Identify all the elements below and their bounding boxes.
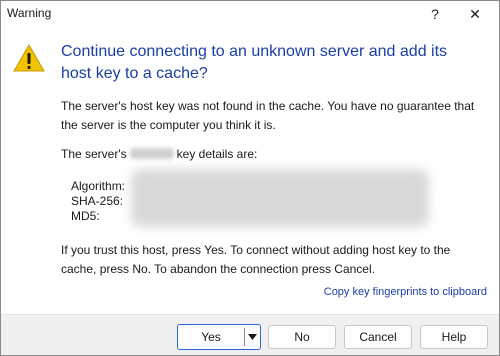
dialog-headline: Continue connecting to an unknown server… xyxy=(61,43,448,82)
yes-split-button[interactable]: Yes xyxy=(177,324,261,350)
key-details-prefix: The server's xyxy=(61,147,127,161)
yes-dropdown-button[interactable] xyxy=(245,325,260,349)
redacted-key-values xyxy=(131,169,429,227)
no-button[interactable]: No xyxy=(268,325,336,349)
key-details-line: The server's key details are: xyxy=(61,145,481,164)
copy-fingerprints-link[interactable]: Copy key fingerprints to clipboard xyxy=(324,286,487,298)
algorithm-label: Algorithm: xyxy=(71,179,126,193)
key-details-suffix: key details are: xyxy=(176,147,258,161)
title-bar: Warning ? ✕ xyxy=(1,1,499,27)
help-titlebar-button[interactable]: ? xyxy=(417,1,453,27)
close-button[interactable]: ✕ xyxy=(457,1,493,27)
key-details-labels: Algorithm: SHA-256: MD5: xyxy=(71,179,125,224)
warning-dialog: Warning ? ✕ Continue connecting to an un… xyxy=(0,0,500,356)
instructions-text: If you trust this host, press Yes. To co… xyxy=(61,243,451,276)
redacted-key-type xyxy=(129,148,174,159)
warning-triangle-icon xyxy=(13,44,45,72)
help-button[interactable]: Help xyxy=(420,325,488,349)
sha256-label: SHA-256: xyxy=(71,194,124,208)
yes-button[interactable]: Yes xyxy=(178,325,244,349)
dropdown-arrow-icon xyxy=(248,334,257,340)
cancel-button[interactable]: Cancel xyxy=(344,325,412,349)
button-bar: Yes No Cancel Help xyxy=(1,314,499,355)
md5-label: MD5: xyxy=(71,209,100,223)
host-key-not-found-text: The server's host key was not found in t… xyxy=(61,99,475,132)
window-title: Warning xyxy=(7,6,52,20)
